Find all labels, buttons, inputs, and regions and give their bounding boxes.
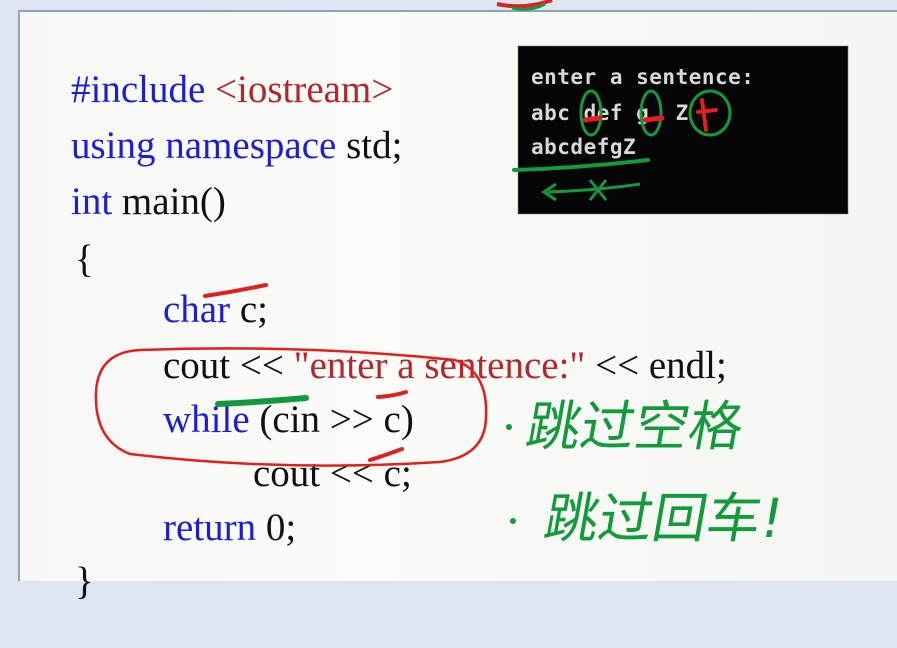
note-skip-enter: 跳过回车! bbox=[539, 487, 789, 550]
endl-token: << endl; bbox=[585, 344, 727, 387]
code-line-open-brace: { bbox=[36, 194, 94, 326]
console-window: enter a sentence: abc def g Z abcdefgZ bbox=[518, 46, 848, 214]
note-bullet-1 bbox=[506, 424, 512, 430]
top-red-mark bbox=[496, 0, 553, 9]
top-green-mark bbox=[511, 2, 546, 11]
main-signature: main() bbox=[121, 180, 226, 223]
open-brace: { bbox=[75, 238, 94, 281]
return-keyword: return bbox=[163, 506, 257, 549]
close-brace: } bbox=[75, 560, 94, 603]
note-skip-space: 跳过空格 bbox=[521, 395, 749, 458]
console-input-line: abc def g Z bbox=[531, 101, 689, 125]
return-value: 0; bbox=[265, 506, 297, 549]
code-line-close-brace: } bbox=[36, 516, 94, 648]
using-rest: std; bbox=[346, 124, 403, 167]
console-prompt-line: enter a sentence: bbox=[531, 65, 755, 89]
console-output-line: abcdefgZ bbox=[531, 135, 637, 159]
code-line-return: return 0; bbox=[124, 462, 296, 594]
note-bullet-2 bbox=[510, 518, 516, 524]
